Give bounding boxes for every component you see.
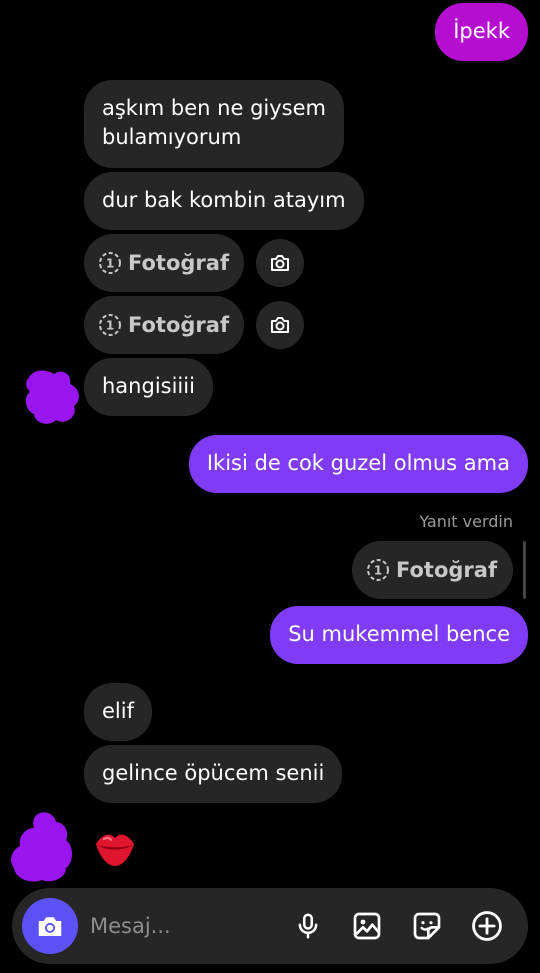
message-bubble-incoming[interactable]: dur bak kombin atayım xyxy=(84,172,364,230)
message-bubble-incoming[interactable]: hangisiiii xyxy=(84,358,213,416)
view-once-icon: 1 xyxy=(366,558,390,582)
message-text: gelince öpücem senii xyxy=(102,761,325,785)
chat-screen: İpekk aşkım ben ne giysem bulamıyorum du… xyxy=(0,0,540,973)
reply-label: Yanıt verdin xyxy=(419,512,513,531)
plus-circle-icon xyxy=(472,911,502,941)
message-text-line: aşkım ben ne giysem xyxy=(102,96,326,120)
microphone-button[interactable] xyxy=(290,908,326,944)
more-options-button[interactable] xyxy=(469,908,505,944)
camera-icon xyxy=(271,255,289,271)
sticker-icon xyxy=(413,912,441,940)
photo-label: Fotoğraf xyxy=(128,251,230,275)
message-text: Ikisi de cok guzel olmus ama xyxy=(206,451,510,475)
message-text: elif xyxy=(102,699,134,723)
svg-text:1: 1 xyxy=(374,564,382,578)
message-text: İpekk xyxy=(453,19,510,43)
view-once-icon: 1 xyxy=(98,313,122,337)
message-bubble-outgoing[interactable]: İpekk xyxy=(435,3,528,61)
avatar[interactable] xyxy=(22,366,84,428)
reply-indicator-bar xyxy=(523,541,526,599)
camera-icon xyxy=(38,917,62,936)
message-composer xyxy=(12,888,528,964)
svg-text:1: 1 xyxy=(106,257,114,271)
photo-label: Fotoğraf xyxy=(128,313,230,337)
message-bubble-outgoing[interactable]: Su mukemmel bence xyxy=(270,606,528,664)
message-bubble-incoming[interactable]: elif xyxy=(84,683,152,741)
quoted-photo-message[interactable]: 1 Fotoğraf xyxy=(352,541,513,599)
view-once-photo-message[interactable]: 1 Fotoğraf xyxy=(84,234,244,292)
camera-button[interactable] xyxy=(22,898,78,954)
kiss-lips-icon[interactable] xyxy=(92,826,138,870)
camera-icon xyxy=(271,317,289,333)
svg-text:1: 1 xyxy=(106,319,114,333)
message-text: Su mukemmel bence xyxy=(288,622,510,646)
avatar[interactable] xyxy=(8,810,78,884)
reply-with-camera-button[interactable] xyxy=(256,301,304,349)
message-text: hangisiiii xyxy=(102,374,195,398)
message-bubble-incoming[interactable]: gelince öpücem senii xyxy=(84,745,343,803)
gallery-button[interactable] xyxy=(349,908,385,944)
view-once-icon: 1 xyxy=(98,251,122,275)
gallery-icon xyxy=(353,912,381,940)
message-bubble-incoming[interactable]: aşkım ben ne giysem bulamıyorum xyxy=(84,80,344,168)
message-text-line: bulamıyorum xyxy=(102,125,242,149)
photo-label: Fotoğraf xyxy=(396,558,498,582)
message-input[interactable] xyxy=(90,908,280,944)
message-text: dur bak kombin atayım xyxy=(102,188,346,212)
sticker-button[interactable] xyxy=(409,908,445,944)
reply-with-camera-button[interactable] xyxy=(256,239,304,287)
message-bubble-outgoing[interactable]: Ikisi de cok guzel olmus ama xyxy=(188,435,528,493)
view-once-photo-message[interactable]: 1 Fotoğraf xyxy=(84,296,244,354)
microphone-icon xyxy=(298,913,318,939)
